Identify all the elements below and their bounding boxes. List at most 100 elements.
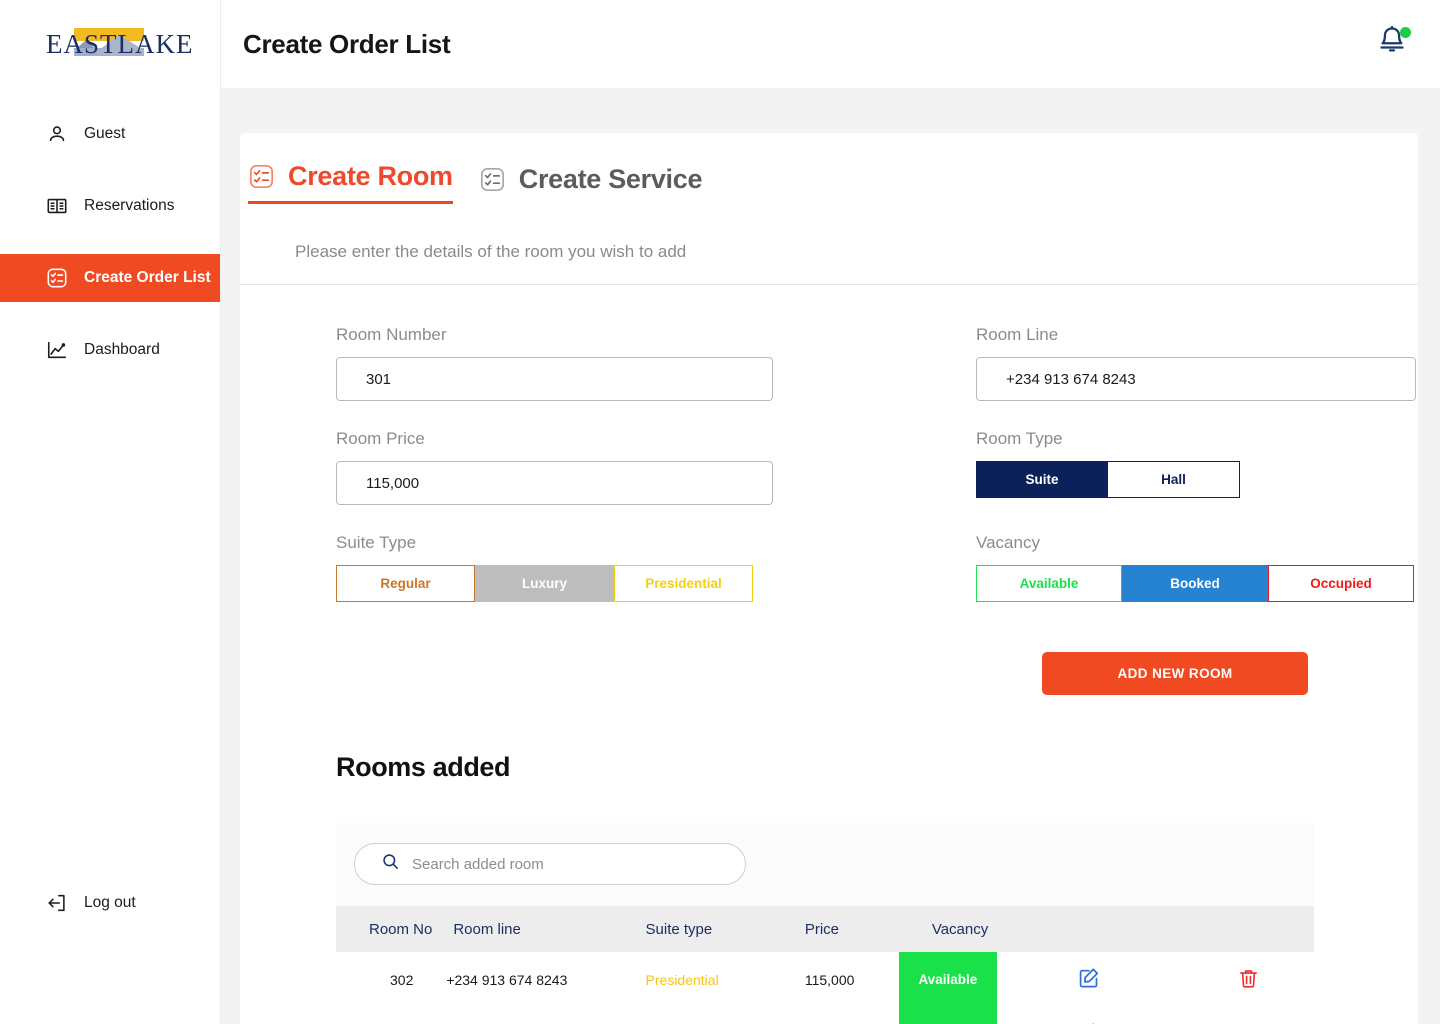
status-badge: Available bbox=[898, 952, 997, 1007]
rooms-added-panel: Room No Room line Suite type Price Vacan… bbox=[336, 823, 1314, 1024]
search-added-room-input[interactable] bbox=[412, 855, 712, 873]
field-suite-type: Suite Type Regular Luxury Presidential bbox=[336, 533, 874, 602]
user-icon bbox=[46, 123, 68, 145]
cell-price: 115,000 bbox=[771, 952, 887, 1007]
room-price-input[interactable] bbox=[336, 461, 773, 505]
cell-suite-type: Presidential bbox=[618, 952, 772, 1007]
suite-type-option-presidential[interactable]: Presidential bbox=[614, 565, 753, 602]
vacancy-option-booked[interactable]: Booked bbox=[1122, 565, 1268, 602]
table-row[interactable]: 302 +234 913 674 8243 Presidential 115,0… bbox=[336, 952, 1314, 1007]
cell-price: 115,000 bbox=[771, 1007, 887, 1024]
checklist-icon bbox=[248, 163, 275, 190]
cell-vacancy: Available bbox=[886, 952, 997, 1007]
page-body: Create Room Create Service Please enter … bbox=[221, 88, 1440, 1024]
logout-label: Log out bbox=[84, 894, 136, 911]
sidebar: EASTLAKE Guest Reservations Create Order… bbox=[0, 0, 221, 1024]
room-number-label: Room Number bbox=[336, 325, 447, 344]
room-line-label: Room Line bbox=[976, 325, 1059, 344]
field-vacancy: Vacancy Available Booked Occupied bbox=[976, 533, 1440, 602]
rooms-added-title: Rooms added bbox=[336, 752, 511, 782]
cell-room-no: 302 bbox=[336, 952, 444, 1007]
sidebar-nav: Guest Reservations Create Order List Das… bbox=[0, 110, 220, 398]
table-header-row: Room No Room line Suite type Price Vacan… bbox=[336, 906, 1314, 952]
room-price-label: Room Price bbox=[336, 429, 425, 448]
sidebar-item-reservations[interactable]: Reservations bbox=[0, 182, 220, 230]
cell-vacancy: Available bbox=[886, 1007, 997, 1024]
column-header-price: Price bbox=[771, 906, 887, 952]
book-icon bbox=[46, 195, 68, 217]
column-header-suite-type: Suite type bbox=[618, 906, 772, 952]
room-line-input[interactable] bbox=[976, 357, 1416, 401]
page-title: Create Order List bbox=[243, 28, 451, 59]
column-header-delete bbox=[1182, 906, 1314, 952]
checklist-icon bbox=[479, 166, 506, 193]
sidebar-item-guest[interactable]: Guest bbox=[0, 110, 220, 158]
cell-suite-type: Presidential bbox=[618, 1007, 772, 1024]
column-header-room-no: Room No bbox=[336, 906, 444, 952]
sidebar-item-create-order-list[interactable]: Create Order List bbox=[0, 254, 220, 302]
cell-room-line: +234 913 674 8243 bbox=[443, 1007, 619, 1024]
table-row[interactable]: 303 +234 913 674 8243 Presidential 115,0… bbox=[336, 1007, 1314, 1024]
cell-edit bbox=[996, 952, 1183, 1007]
tab-bar: Create Room Create Service bbox=[240, 133, 1418, 204]
cell-delete bbox=[1182, 952, 1314, 1007]
table-head: Room No Room line Suite type Price Vacan… bbox=[336, 906, 1314, 952]
app-root: EASTLAKE Guest Reservations Create Order… bbox=[0, 0, 1440, 1024]
topbar: Create Order List bbox=[221, 0, 1440, 88]
cell-room-line: +234 913 674 8243 bbox=[443, 952, 619, 1007]
table-body: 302 +234 913 674 8243 Presidential 115,0… bbox=[336, 952, 1314, 1024]
tab-label: Create Room bbox=[288, 161, 453, 191]
logout-button[interactable]: Log out bbox=[0, 892, 220, 914]
vacancy-toggle-group: Available Booked Occupied bbox=[976, 565, 1414, 602]
column-header-room-line: Room line bbox=[443, 906, 619, 952]
suite-type-option-luxury[interactable]: Luxury bbox=[475, 565, 614, 602]
suite-type-toggle-group: Regular Luxury Presidential bbox=[336, 565, 753, 602]
form-subtitle: Please enter the details of the room you… bbox=[240, 204, 1418, 285]
logout-icon bbox=[46, 892, 68, 914]
cell-delete bbox=[1182, 1007, 1314, 1024]
status-badge: Available bbox=[898, 1007, 997, 1024]
tab-label: Create Service bbox=[518, 164, 703, 194]
notifications-button[interactable] bbox=[1375, 24, 1415, 64]
column-header-vacancy: Vacancy bbox=[886, 906, 997, 952]
create-room-card: Create Room Create Service Please enter … bbox=[240, 133, 1418, 1024]
field-room-type: Room Type Suite Hall bbox=[976, 429, 1440, 505]
suite-type-label: Suite Type bbox=[336, 533, 417, 552]
trash-icon[interactable] bbox=[1237, 967, 1260, 990]
column-header-edit bbox=[996, 906, 1183, 952]
room-type-option-hall[interactable]: Hall bbox=[1108, 461, 1240, 498]
room-number-input[interactable] bbox=[336, 357, 773, 401]
suite-type-option-regular[interactable]: Regular bbox=[336, 565, 475, 602]
sidebar-item-label: Guest bbox=[84, 125, 126, 142]
vacancy-option-available[interactable]: Available bbox=[976, 565, 1122, 602]
add-new-room-button[interactable]: ADD NEW ROOM bbox=[1042, 652, 1308, 695]
sidebar-item-dashboard[interactable]: Dashboard bbox=[0, 326, 220, 374]
room-type-option-suite[interactable]: Suite bbox=[976, 461, 1108, 498]
sidebar-item-label: Dashboard bbox=[84, 341, 160, 358]
create-room-form: Room Number Room Line Room Price Room Ty… bbox=[240, 285, 1418, 630]
cell-room-no: 303 bbox=[336, 1007, 444, 1024]
edit-icon[interactable] bbox=[1077, 966, 1101, 990]
field-room-number: Room Number bbox=[336, 325, 874, 401]
brand-name: EASTLAKE bbox=[46, 28, 194, 59]
sidebar-item-label: Create Order List bbox=[84, 269, 211, 286]
notification-badge-dot bbox=[1400, 27, 1411, 38]
search-box[interactable] bbox=[354, 843, 746, 885]
brand-logo[interactable]: EASTLAKE bbox=[0, 0, 220, 88]
submit-row: ADD NEW ROOM bbox=[240, 630, 1418, 695]
field-room-line: Room Line bbox=[976, 325, 1440, 401]
field-room-price: Room Price bbox=[336, 429, 874, 505]
sidebar-item-label: Reservations bbox=[84, 197, 175, 214]
vacancy-label: Vacancy bbox=[976, 533, 1040, 552]
room-type-toggle-group: Suite Hall bbox=[976, 461, 1240, 498]
search-row bbox=[336, 823, 1314, 906]
cell-edit bbox=[996, 1007, 1183, 1024]
tab-create-service[interactable]: Create Service bbox=[479, 164, 702, 204]
search-icon bbox=[381, 852, 400, 876]
chart-line-icon bbox=[46, 339, 68, 361]
room-type-label: Room Type bbox=[976, 429, 1063, 448]
vacancy-option-occupied[interactable]: Occupied bbox=[1268, 565, 1414, 602]
checklist-icon bbox=[46, 267, 68, 289]
tab-create-room[interactable]: Create Room bbox=[248, 161, 453, 204]
rooms-added-table: Room No Room line Suite type Price Vacan… bbox=[336, 906, 1314, 1024]
